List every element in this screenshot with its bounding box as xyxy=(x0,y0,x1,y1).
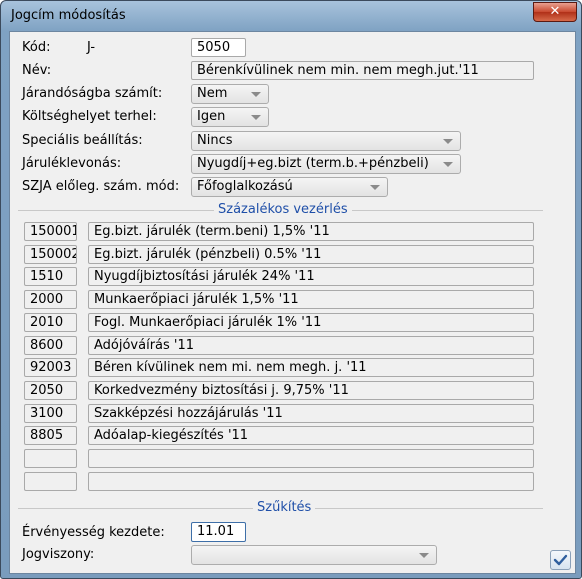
row-code-field[interactable]: 150002 xyxy=(24,245,77,264)
checkmark-icon xyxy=(553,554,568,566)
kod-field[interactable]: 5050 xyxy=(191,38,246,57)
row-code-field[interactable]: 8600 xyxy=(24,336,77,355)
window-title: Jogcím módosítás xyxy=(11,8,126,23)
jogviszony-label: Jogviszony: xyxy=(22,547,95,562)
row-code-field[interactable]: 3100 xyxy=(24,404,77,423)
jarandosag-select[interactable]: Nem xyxy=(191,84,269,104)
ok-button[interactable] xyxy=(550,550,571,570)
row-code-field[interactable]: 2000 xyxy=(24,290,77,309)
close-button[interactable]: ✕ xyxy=(533,2,577,22)
jarulek-select[interactable]: Nyugdíj+eg.bizt (term.b.+pénzbeli) xyxy=(191,154,461,174)
dialog-window: Jogcím módosítás ✕ Kód: J- 5050 Név: Bér… xyxy=(0,0,582,579)
row-name-field[interactable] xyxy=(88,472,534,491)
row-name-field[interactable] xyxy=(88,449,534,468)
row-code-field[interactable] xyxy=(24,449,77,468)
row-name-field[interactable]: Adójóváírás '11 xyxy=(88,336,534,355)
koltseghely-label: Költséghelyet terhel: xyxy=(22,109,157,124)
jarulek-value: Nyugdíj+eg.bizt (term.b.+pénzbeli) xyxy=(197,156,429,171)
jarandosag-value: Nem xyxy=(197,86,228,101)
row-code-field[interactable]: 150001 xyxy=(24,222,77,241)
row-name-field[interactable]: Adóalap-kiegészítés '11 xyxy=(88,426,534,445)
kod-label: Kód: xyxy=(22,40,51,55)
chevron-down-icon xyxy=(443,162,453,167)
koltseghely-value: Igen xyxy=(197,109,226,124)
row-name-field[interactable]: Szakképzési hozzájárulás '11 xyxy=(88,404,534,423)
szja-select[interactable]: Főfoglalkozású xyxy=(191,177,388,197)
szja-label: SZJA előleg. szám. mód: xyxy=(22,179,180,194)
jarulek-label: Járuléklevonás: xyxy=(22,156,122,171)
row-code-field[interactable]: 2050 xyxy=(24,381,77,400)
nev-field[interactable]: Bérenkívülinek nem min. nem megh.jut.'11 xyxy=(191,61,534,80)
title-bar[interactable]: Jogcím módosítás ✕ xyxy=(1,1,581,31)
dialog-body: Kód: J- 5050 Név: Bérenkívülinek nem min… xyxy=(9,31,576,574)
row-name-field[interactable]: Nyugdíjbiztosítási járulék 24% '11 xyxy=(88,267,534,286)
chevron-down-icon xyxy=(251,92,261,97)
row-name-field[interactable]: Korkedvezmény biztosítási j. 9,75% '11 xyxy=(88,381,534,400)
row-name-field[interactable]: Eg.bizt. járulék (pénzbeli) 0.5% '11 xyxy=(88,245,534,264)
row-code-field[interactable]: 8805 xyxy=(24,426,77,445)
chevron-down-icon xyxy=(443,139,453,144)
row-code-field[interactable]: 2010 xyxy=(24,313,77,332)
row-name-field[interactable]: Eg.bizt. járulék (term.beni) 1,5% '11 xyxy=(88,222,534,241)
nev-label: Név: xyxy=(22,63,52,78)
specialis-select[interactable]: Nincs xyxy=(191,131,461,151)
szukites-title: Szűkítés xyxy=(253,500,316,515)
specialis-value: Nincs xyxy=(197,133,233,148)
jarandosag-label: Járandóságba számít: xyxy=(22,86,163,101)
row-name-field[interactable]: Fogl. Munkaerőpiaci járulék 1% '11 xyxy=(88,313,534,332)
row-name-field[interactable]: Munkaerőpiaci járulék 1,5% '11 xyxy=(88,290,534,309)
close-icon: ✕ xyxy=(549,4,561,19)
chevron-down-icon xyxy=(370,185,380,190)
kod-prefix: J- xyxy=(87,40,96,55)
chevron-down-icon xyxy=(251,115,261,120)
chevron-down-icon xyxy=(419,553,429,558)
jogviszony-select[interactable] xyxy=(191,545,437,565)
row-name-field[interactable]: Béren kívülinek nem mi. nem megh. j. '11 xyxy=(88,358,534,377)
ervenyesseg-label: Érvényesség kezdete: xyxy=(22,525,165,540)
szja-value: Főfoglalkozású xyxy=(197,179,293,194)
row-code-field[interactable]: 1510 xyxy=(24,267,77,286)
koltseghely-select[interactable]: Igen xyxy=(191,107,269,127)
row-code-field[interactable] xyxy=(24,472,77,491)
szazalekos-section-header: Százalékos vezérlés xyxy=(18,202,543,217)
row-code-field[interactable]: 92003 xyxy=(24,358,77,377)
szukites-section-header: Szűkítés xyxy=(18,500,543,515)
specialis-label: Speciális beállítás: xyxy=(22,133,143,148)
ervenyesseg-field[interactable]: 11.01 xyxy=(191,522,246,542)
szazalekos-title: Százalékos vezérlés xyxy=(214,202,352,217)
